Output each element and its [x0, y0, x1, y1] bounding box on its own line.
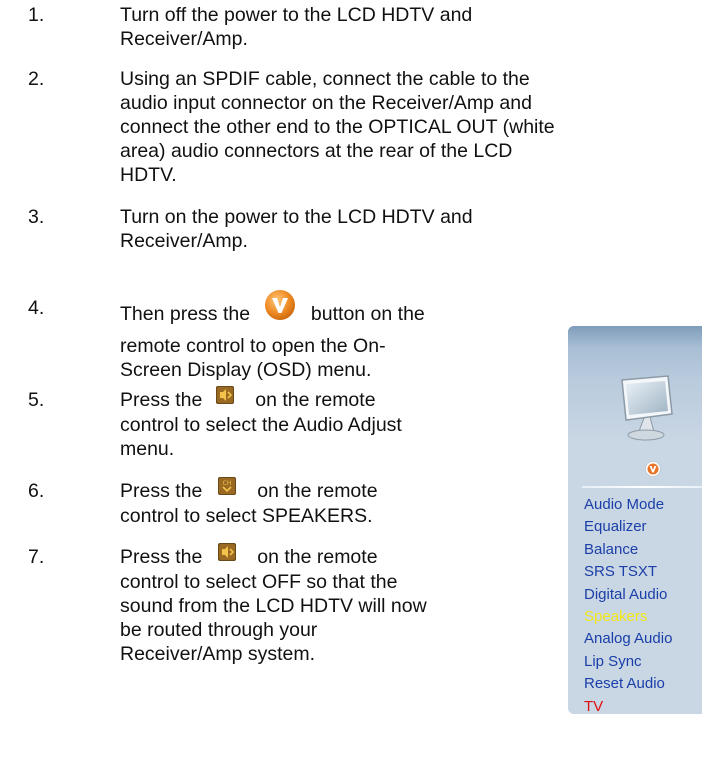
step-text: Then press the — [120, 303, 251, 326]
osd-menu-item-audio-mode[interactable]: Audio Mode — [584, 494, 672, 516]
step-number: 7. — [28, 546, 45, 568]
step-text: on the remote — [255, 389, 376, 411]
step-text-line: Receiver/Amp. — [120, 230, 248, 252]
step-text-line: control to select SPEAKERS. — [120, 504, 373, 527]
step-number: 3. — [28, 206, 45, 228]
step-text: on the remote — [257, 546, 378, 568]
volume-plus-button-icon — [217, 542, 236, 567]
manual-page: 1. Turn off the power to the LCD HDTV an… — [0, 0, 702, 761]
step-text-line: Turn on the power to the LCD HDTV and — [120, 206, 473, 228]
osd-menu-item-reset-audio[interactable]: Reset Audio — [584, 673, 672, 695]
step-number: 5. — [28, 389, 45, 411]
osd-menu-list: Audio Mode Equalizer Balance SRS TSXT Di… — [584, 494, 672, 714]
step-text-line: Turn off the power to the LCD HDTV and — [120, 4, 473, 26]
vizio-v-logo-icon — [645, 461, 661, 482]
step-text-line: menu. — [120, 437, 175, 460]
volume-plus-button-icon — [215, 385, 234, 410]
osd-menu-item-lip-sync[interactable]: Lip Sync — [584, 651, 672, 673]
step-text-line: Using an SPDIF cable, connect the cable … — [120, 68, 530, 90]
osd-menu-footer-tv: TV — [584, 697, 604, 714]
channel-down-button-icon: CH — [217, 476, 236, 501]
osd-audio-menu-panel: Audio Mode Equalizer Balance SRS TSXT Di… — [568, 326, 702, 714]
vizio-v-menu-button-icon — [264, 289, 296, 327]
step-text-line: control to select the Audio Adjust — [120, 413, 402, 436]
step-text-line: control to select OFF so that the — [120, 570, 398, 593]
step-text-line: connect the other end to the OPTICAL OUT… — [120, 116, 555, 138]
step-text-line: Receiver/Amp. — [120, 28, 248, 50]
step-text: Press the — [120, 389, 203, 411]
osd-divider — [582, 486, 702, 488]
step-text: button on the — [310, 303, 425, 326]
step-text-line: be routed through your — [120, 618, 318, 641]
step-text-line: HDTV. — [120, 164, 177, 186]
osd-menu-item-balance[interactable]: Balance — [584, 539, 672, 561]
tv-monitor-icon — [616, 374, 678, 449]
step-text: on the remote — [257, 480, 378, 502]
osd-menu-item-analog-audio[interactable]: Analog Audio — [584, 628, 672, 650]
step-number: 2. — [28, 68, 45, 90]
step-number: 6. — [28, 480, 45, 502]
osd-title-band — [568, 326, 702, 348]
step-text-line: Receiver/Amp system. — [120, 642, 316, 665]
osd-menu-item-speakers[interactable]: Speakers — [584, 606, 672, 628]
step-text-line: remote control to open the On- — [120, 335, 386, 357]
osd-menu-item-equalizer[interactable]: Equalizer — [584, 516, 672, 538]
step-number: 4. — [28, 297, 45, 319]
osd-menu-item-srs-tsxt[interactable]: SRS TSXT — [584, 561, 672, 583]
step-text-line: Screen Display (OSD) menu. — [120, 359, 372, 381]
step-number: 1. — [28, 4, 45, 26]
step-text-line: sound from the LCD HDTV will now — [120, 594, 427, 617]
step-text-line: audio input connector on the Receiver/Am… — [120, 92, 532, 114]
step-text: Press the — [120, 546, 203, 568]
osd-menu-item-digital-audio[interactable]: Digital Audio — [584, 584, 672, 606]
svg-text:CH: CH — [222, 480, 231, 487]
step-text: Press the — [120, 480, 203, 502]
step-text-line: area) audio connectors at the rear of th… — [120, 140, 513, 162]
